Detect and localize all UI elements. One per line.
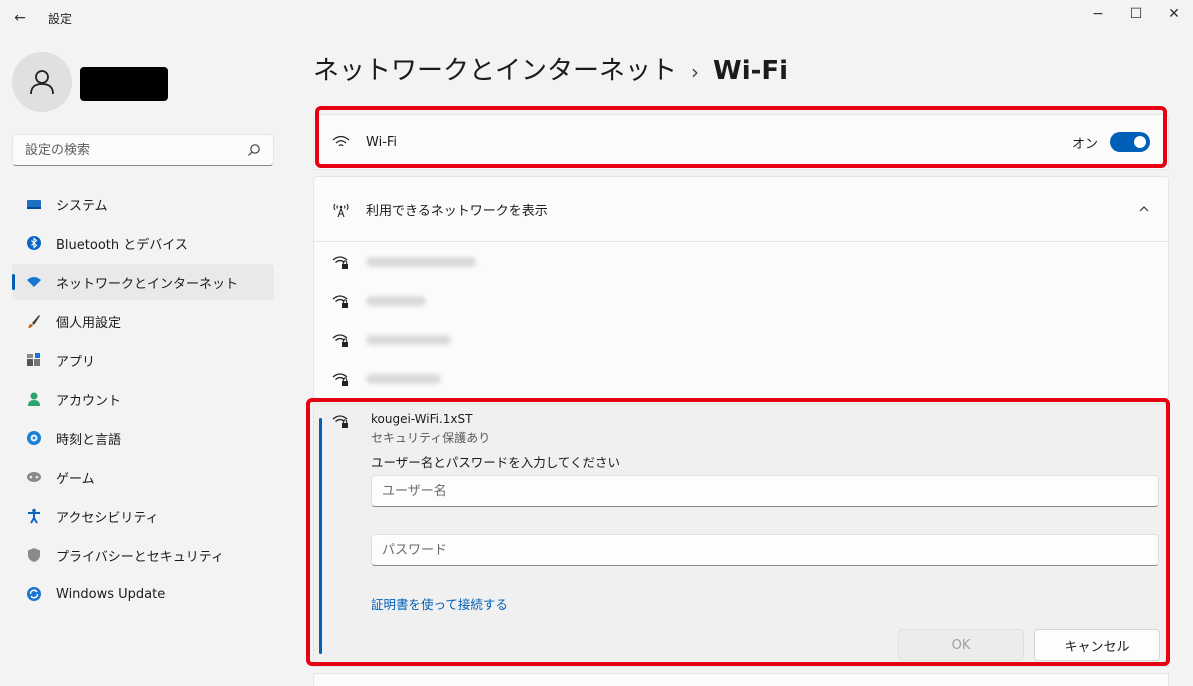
search-icon[interactable] xyxy=(247,143,261,157)
network-row[interactable] xyxy=(314,281,1168,320)
sidebar-item-label: 時刻と言語 xyxy=(56,432,122,448)
sidebar-item-personalization[interactable]: 個人用設定 xyxy=(12,303,274,339)
sidebar-item-apps[interactable]: アプリ xyxy=(12,342,274,378)
system-icon xyxy=(27,200,41,209)
minimize-button[interactable]: − xyxy=(1079,0,1117,28)
person-icon xyxy=(30,70,54,95)
sidebar-item-label: プライバシーとセキュリティ xyxy=(56,549,224,565)
sidebar-item-network[interactable]: ネットワークとインターネット xyxy=(12,264,274,300)
network-ssid: kougei-WiFi.1xST xyxy=(371,412,473,426)
breadcrumb-separator: › xyxy=(691,60,700,84)
wifi-secured-icon xyxy=(332,372,348,386)
sidebar-item-bluetooth[interactable]: Bluetooth とデバイス xyxy=(12,225,274,261)
sidebar-item-label: ゲーム xyxy=(56,471,95,487)
wifi-icon xyxy=(332,135,350,147)
apps-icon xyxy=(27,353,40,366)
sidebar-item-accessibility[interactable]: アクセシビリティ xyxy=(12,498,274,534)
network-icon xyxy=(27,277,41,287)
update-icon xyxy=(27,587,41,601)
breadcrumb-parent[interactable]: ネットワークとインターネット xyxy=(313,56,677,86)
sidebar-item-label: アプリ xyxy=(56,354,96,370)
page-title: Wi-Fi xyxy=(713,56,789,86)
network-row-partial[interactable] xyxy=(313,673,1169,686)
wifi-secured-icon xyxy=(332,255,348,269)
show-networks-label: 利用できるネットワークを表示 xyxy=(366,203,548,219)
sidebar-item-gaming[interactable]: ゲーム xyxy=(12,459,274,495)
main-content: ネットワークとインターネット › Wi-Fi Wi-Fi オン 利用できるネットワー… xyxy=(306,40,1170,686)
show-networks-header[interactable]: 利用できるネットワークを表示 xyxy=(313,176,1169,242)
network-row[interactable] xyxy=(314,359,1168,398)
sidebar-item-label: アクセシビリティ xyxy=(56,510,159,526)
ok-button[interactable]: OK xyxy=(898,629,1024,661)
sidebar-nav: システム Bluetooth とデバイス ネットワークとインターネット 個人用設… xyxy=(12,186,274,615)
wifi-toggle[interactable] xyxy=(1110,132,1150,152)
search-input[interactable] xyxy=(25,142,247,158)
connect-with-certificate-link[interactable]: 証明書を使って接続する xyxy=(371,594,508,613)
accessibility-icon xyxy=(28,508,40,524)
app-title: 設定 xyxy=(48,12,73,26)
wifi-toggle-card: Wi-Fi オン xyxy=(313,114,1169,170)
network-name-blurred xyxy=(366,334,451,345)
network-name-blurred xyxy=(366,373,441,384)
sidebar-item-label: Windows Update xyxy=(56,586,166,602)
wifi-label: Wi-Fi xyxy=(366,134,398,150)
close-button[interactable]: ✕ xyxy=(1155,0,1193,28)
selected-network-panel: kougei-WiFi.1xST セキュリティ保護あり ユーザー名とパスワードを… xyxy=(313,403,1169,667)
bluetooth-icon xyxy=(27,236,41,250)
back-button[interactable]: ← xyxy=(10,8,30,28)
network-name-blurred xyxy=(366,295,426,306)
brush-icon xyxy=(28,315,40,328)
wifi-secured-icon xyxy=(332,415,348,428)
sidebar-item-privacy[interactable]: プライバシーとセキュリティ xyxy=(12,537,274,573)
cancel-button[interactable]: キャンセル xyxy=(1034,629,1160,661)
wifi-secured-icon xyxy=(332,294,348,308)
sidebar-item-windows-update[interactable]: Windows Update xyxy=(12,576,274,612)
title-bar: ← 設定 − ☐ ✕ xyxy=(0,0,1193,40)
sidebar-item-system[interactable]: システム xyxy=(12,186,274,222)
sidebar-item-time-language[interactable]: 時刻と言語 xyxy=(12,420,274,456)
gamepad-icon xyxy=(27,472,41,482)
window-controls: − ☐ ✕ xyxy=(1079,0,1193,28)
network-name-blurred xyxy=(366,256,476,267)
sidebar-item-accounts[interactable]: アカウント xyxy=(12,381,274,417)
sidebar: システム Bluetooth とデバイス ネットワークとインターネット 個人用設… xyxy=(0,40,290,686)
chevron-up-icon[interactable] xyxy=(1138,203,1150,215)
search-box[interactable] xyxy=(12,134,274,166)
network-row[interactable] xyxy=(314,320,1168,359)
shield-icon xyxy=(28,548,40,562)
maximize-button[interactable]: ☐ xyxy=(1117,0,1155,28)
wifi-state-text: オン xyxy=(1071,136,1098,152)
sidebar-item-label: Bluetooth とデバイス xyxy=(56,237,188,253)
avatar[interactable] xyxy=(12,52,72,112)
password-input[interactable] xyxy=(382,542,1148,558)
credentials-prompt: ユーザー名とパスワードを入力してください xyxy=(371,455,621,470)
network-list xyxy=(313,242,1169,399)
sidebar-item-label: 個人用設定 xyxy=(56,315,122,331)
network-security-status: セキュリティ保護あり xyxy=(371,431,491,445)
antenna-icon xyxy=(333,203,349,218)
wifi-secured-icon xyxy=(332,333,348,347)
network-row[interactable] xyxy=(314,242,1168,281)
username-field[interactable] xyxy=(371,475,1159,507)
account-icon xyxy=(28,392,40,406)
breadcrumb: ネットワークとインターネット › Wi-Fi xyxy=(313,50,788,87)
username-input[interactable] xyxy=(382,483,1148,499)
globe-icon xyxy=(27,431,41,445)
sidebar-item-label: アカウント xyxy=(56,393,122,409)
password-field[interactable] xyxy=(371,534,1159,566)
sidebar-item-label: ネットワークとインターネット xyxy=(56,276,239,292)
user-name-redacted xyxy=(80,67,168,101)
sidebar-item-label: システム xyxy=(56,198,108,214)
